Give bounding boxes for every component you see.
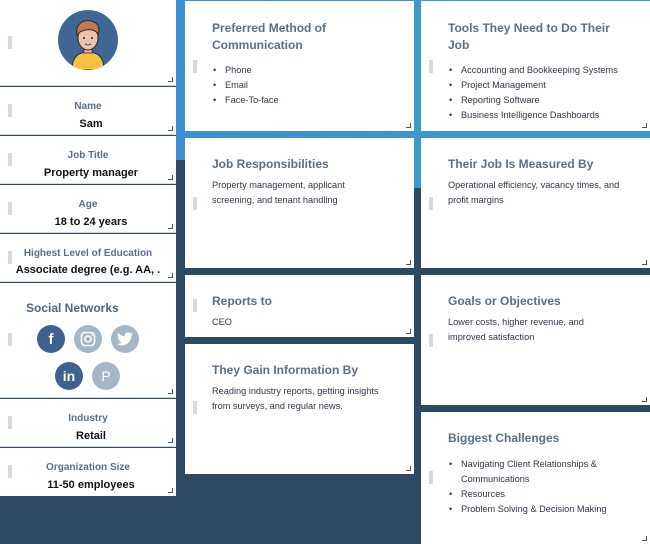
profile-field-job-title[interactable]: Job Title Property manager <box>0 136 176 184</box>
field-label: Name <box>74 101 102 112</box>
field-label: Highest Level of Education <box>23 248 153 259</box>
profile-field-name[interactable]: Name Sam <box>0 87 176 135</box>
drag-handle-icon[interactable] <box>429 471 433 484</box>
card-title: They Gain Information By <box>212 363 359 377</box>
field-label: Job Title <box>67 150 109 161</box>
drag-handle-icon[interactable] <box>8 333 12 346</box>
social-networks-title: Social Networks <box>26 301 119 315</box>
field-value: 11-50 employees <box>47 479 135 491</box>
card-job-measured-by[interactable]: Their Job Is Measured By Operational eff… <box>421 138 650 268</box>
challenges-list: Navigating Client Relationships & Commun… <box>448 457 620 517</box>
list-item: Resources <box>448 487 620 502</box>
card-text: Operational efficiency, vacancy times, a… <box>448 180 620 205</box>
resize-handle-icon[interactable] <box>168 389 173 394</box>
resize-handle-icon[interactable] <box>168 77 173 82</box>
resize-handle-icon[interactable] <box>642 397 647 402</box>
resize-handle-icon[interactable] <box>406 260 411 265</box>
profile-field-education[interactable]: Highest Level of Education Associate deg… <box>0 234 176 282</box>
card-title: Preferred Method of Communication <box>212 21 327 52</box>
profile-field-industry[interactable]: Industry Retail <box>0 399 176 447</box>
facebook-icon[interactable]: f <box>37 325 65 353</box>
linkedin-glyph: in <box>62 368 76 384</box>
card-title: Biggest Challenges <box>448 431 560 445</box>
card-reports-to[interactable]: Reports to CEO <box>185 275 414 337</box>
resize-handle-icon[interactable] <box>168 273 173 278</box>
field-value: 18 to 24 years <box>54 216 128 228</box>
linkedin-icon[interactable]: in <box>55 362 83 390</box>
card-biggest-challenges[interactable]: Biggest Challenges Navigating Client Rel… <box>421 412 650 544</box>
profile-field-age[interactable]: Age 18 to 24 years <box>0 185 176 233</box>
drag-handle-icon[interactable] <box>429 334 433 347</box>
card-title: Their Job Is Measured By <box>448 157 594 171</box>
drag-handle-icon[interactable] <box>429 60 433 73</box>
list-item: Project Management <box>448 78 640 93</box>
resize-handle-icon[interactable] <box>406 123 411 128</box>
field-value: Retail <box>76 430 106 442</box>
list-item: Business Intelligence Dashboards <box>448 108 640 123</box>
resize-handle-icon[interactable] <box>642 260 647 265</box>
card-text: Reading industry reports, getting insigh… <box>212 386 379 411</box>
resize-handle-icon[interactable] <box>406 466 411 471</box>
avatar-panel[interactable] <box>0 0 176 86</box>
list-item: Reporting Software <box>448 93 640 108</box>
resize-handle-icon[interactable] <box>168 224 173 229</box>
card-job-responsibilities[interactable]: Job Responsibilities Property management… <box>185 138 414 268</box>
resize-handle-icon[interactable] <box>168 488 173 493</box>
card-goals[interactable]: Goals or Objectives Lower costs, higher … <box>421 275 650 405</box>
card-title: Job Responsibilities <box>212 157 329 171</box>
instagram-glyph <box>80 331 96 347</box>
resize-handle-icon[interactable] <box>168 175 173 180</box>
resize-handle-icon[interactable] <box>642 536 647 541</box>
resize-handle-icon[interactable] <box>406 329 411 334</box>
pinterest-icon[interactable]: P <box>92 362 120 390</box>
field-label: Organization Size <box>46 462 130 473</box>
card-tools[interactable]: Tools They Need to Do Their Job Accounti… <box>421 1 650 131</box>
person-avatar-icon <box>58 10 118 70</box>
pinterest-glyph: P <box>101 368 111 384</box>
drag-handle-icon[interactable] <box>193 60 197 73</box>
communication-list: Phone Email Face-To-face <box>212 63 404 108</box>
profile-field-organization-size[interactable]: Organization Size 11-50 employees <box>0 448 176 496</box>
card-title: Reports to <box>212 294 272 308</box>
instagram-icon[interactable] <box>74 325 102 353</box>
drag-handle-icon[interactable] <box>8 36 12 49</box>
list-item: Phone <box>212 63 404 78</box>
twitter-glyph <box>117 332 133 346</box>
field-label: Industry <box>68 413 108 424</box>
card-title: Tools They Need to Do Their Job <box>448 21 610 52</box>
card-communication[interactable]: Preferred Method of Communication Phone … <box>185 1 414 131</box>
resize-handle-icon[interactable] <box>642 123 647 128</box>
card-text: Lower costs, higher revenue, and improve… <box>448 317 584 342</box>
list-item: Face-To-face <box>212 93 404 108</box>
field-value: Sam <box>79 118 103 130</box>
drag-handle-icon[interactable] <box>193 197 197 210</box>
field-label: Age <box>78 199 98 210</box>
card-title: Goals or Objectives <box>448 294 561 308</box>
field-value: Property manager <box>43 167 139 179</box>
list-item: Email <box>212 78 404 93</box>
drag-handle-icon[interactable] <box>429 197 433 210</box>
field-value: Associate degree (e.g. AA, . <box>15 264 161 276</box>
card-information-sources[interactable]: They Gain Information By Reading industr… <box>185 344 414 474</box>
twitter-icon[interactable] <box>111 325 139 353</box>
resize-handle-icon[interactable] <box>168 438 173 443</box>
drag-handle-icon[interactable] <box>193 299 197 312</box>
list-item: Problem Solving & Decision Making <box>448 502 620 517</box>
list-item: Navigating Client Relationships & Commun… <box>448 457 620 487</box>
list-item: Accounting and Bookkeeping Systems <box>448 63 640 78</box>
tools-list: Accounting and Bookkeeping Systems Proje… <box>448 63 640 123</box>
drag-handle-icon[interactable] <box>193 401 197 414</box>
card-text: Property management, applicant screening… <box>212 180 345 205</box>
facebook-glyph: f <box>48 330 54 348</box>
card-text: CEO <box>212 317 232 327</box>
resize-handle-icon[interactable] <box>168 126 173 131</box>
